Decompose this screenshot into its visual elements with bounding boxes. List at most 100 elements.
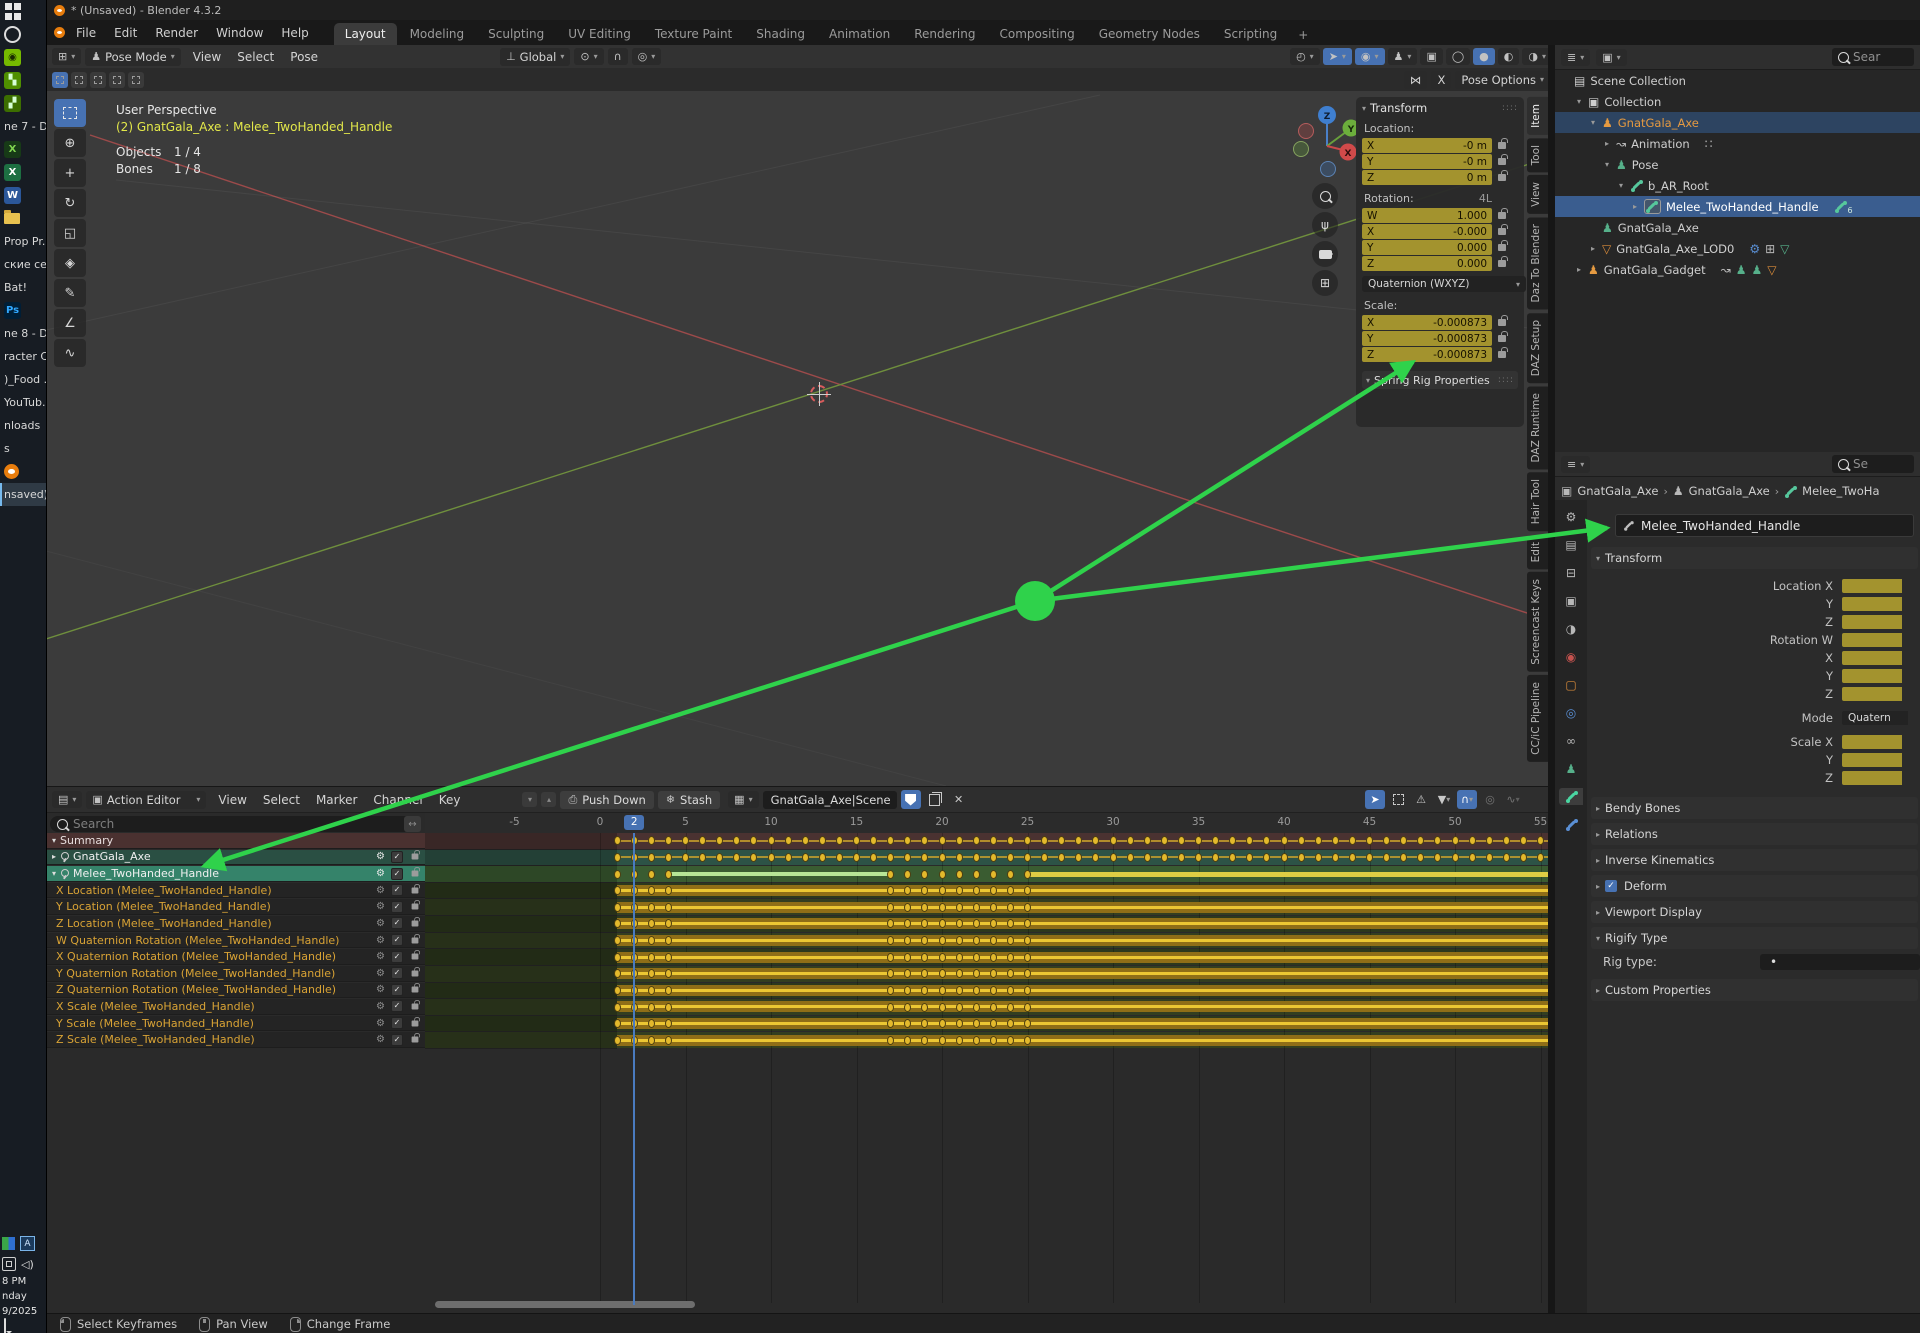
keyframe[interactable] [1144,853,1151,862]
taskbar-item[interactable] [0,0,46,23]
keyframe[interactable] [904,1019,911,1028]
keyframe[interactable] [887,1019,894,1028]
keyframe[interactable] [956,1003,963,1012]
keyframe[interactable] [956,986,963,995]
taskbar-item--[interactable]: ские се... [0,253,46,276]
pin-icon[interactable] [60,852,69,861]
keyframe[interactable] [921,903,928,912]
keyframe[interactable] [1229,836,1236,845]
keyframe[interactable] [887,870,894,879]
npanel-tab-item[interactable]: Item [1527,97,1548,135]
npanel-tab-edit[interactable]: Edit [1527,535,1548,569]
channel-enable-checkbox[interactable]: ✓ [391,901,403,913]
keyframe[interactable] [939,886,946,895]
scene-icon[interactable]: ◑ [1559,620,1583,637]
workspace-tab-rendering[interactable]: Rendering [903,23,986,45]
keyframe[interactable] [665,936,672,945]
taskbar-item[interactable]: Ps [0,299,46,322]
taskbar-item[interactable]: ▚ [0,69,46,92]
viewlayer-icon[interactable]: ▣ [1559,592,1583,609]
taskbar-item-s[interactable]: s [0,437,46,460]
select-mode-invert[interactable] [109,72,125,88]
keyframe[interactable] [990,919,997,928]
keyframe[interactable] [1434,836,1441,845]
keyframe[interactable] [1127,836,1134,845]
menu-edit[interactable]: Edit [105,23,146,43]
rotate-tool[interactable]: ↻ [54,189,86,217]
filter-dropdown[interactable]: ▼▾ [1434,790,1454,809]
menu-file[interactable]: File [67,23,105,43]
keyframe[interactable] [870,836,877,845]
shading-solid-button[interactable]: ● [1473,48,1495,65]
channel-lock-icon[interactable] [412,937,419,943]
panel-viewport-display[interactable]: ▸Viewport Display [1591,901,1918,923]
keyframe[interactable] [1281,836,1288,845]
outliner-row-melee-twohanded-handle[interactable]: ▸Melee_TwoHanded_Handle6 [1555,196,1920,217]
channel-y-scale-melee-twohanded-handle-[interactable]: Y Scale (Melee_TwoHanded_Handle)⚙✓ [46,1016,425,1032]
keyframe[interactable] [665,1003,672,1012]
keyframe[interactable] [990,969,997,978]
keyframe[interactable] [921,870,928,879]
channel-lock-icon[interactable] [412,1037,419,1043]
add-workspace-button[interactable]: + [1290,25,1316,45]
keyframe[interactable] [1263,853,1270,862]
keyframe[interactable] [956,936,963,945]
deform-checkbox[interactable]: ✓ [1605,880,1617,892]
keyframe[interactable] [990,836,997,845]
pin-icon[interactable] [60,869,69,878]
keyframe[interactable] [956,1019,963,1028]
keyframe[interactable] [614,953,621,962]
snap-dropdown[interactable]: ∩▾ [1457,790,1477,809]
channel-y-location-melee-twohanded-handle-[interactable]: Y Location (Melee_TwoHanded_Handle)⚙✓ [46,899,425,915]
duplicate-action-button[interactable] [925,790,945,809]
mirror-x-button[interactable]: X [1431,71,1451,89]
keyframe[interactable] [648,936,655,945]
modifier-wrench-icon[interactable]: ⚙ [376,935,385,946]
keyframe[interactable] [1007,886,1014,895]
keyframe[interactable] [1315,853,1322,862]
keyframe[interactable] [990,903,997,912]
rotation-w-field[interactable]: W1.000 [1362,208,1492,223]
keyframe[interactable] [614,1036,621,1045]
taskbar-item--food-[interactable]: )_Food ... [0,368,46,391]
keyframe[interactable] [956,1036,963,1045]
keyframe[interactable] [614,1003,621,1012]
keyframe[interactable] [1007,903,1014,912]
annotate-tool[interactable]: ✎ [54,279,86,307]
outliner-row-gnatgala-axe-lod0[interactable]: ▸▽GnatGala_Axe_LOD0⚙⊞▽ [1555,238,1920,259]
timeline-ruler[interactable]: -505101520253035404550552 [425,813,1548,834]
keyframe[interactable] [1041,836,1048,845]
keyframe[interactable] [973,953,980,962]
keyframe[interactable] [990,986,997,995]
location-x-field[interactable]: X-0 m [1362,138,1492,153]
only-errors-toggle[interactable]: ⚠ [1411,790,1431,809]
keyframe[interactable] [648,969,655,978]
keyframe[interactable] [870,853,877,862]
show-hidden-toggle[interactable] [1388,790,1408,809]
keyframe[interactable] [836,836,843,845]
channel-x-quaternion-rotation-melee-twohanded-handle-[interactable]: X Quaternion Rotation (Melee_TwoHanded_H… [46,949,425,965]
keyframe[interactable] [904,1003,911,1012]
select-mode-extend[interactable] [71,72,87,88]
npanel-tab-daz-to-blender[interactable]: Daz To Blender [1527,217,1548,309]
keyframe[interactable] [1007,969,1014,978]
viewport-menu-pose[interactable]: Pose [282,48,326,66]
keyframe[interactable] [802,853,809,862]
keyframe[interactable] [1417,836,1424,845]
lock-icon[interactable] [1498,335,1506,342]
keyframe[interactable] [904,886,911,895]
keyframe[interactable] [750,853,757,862]
pivot-dropdown[interactable]: ⊙▾ [574,48,603,65]
keyframe[interactable] [1195,836,1202,845]
keyframe[interactable] [1281,853,1288,862]
keyframe[interactable] [836,853,843,862]
keyframe[interactable] [921,919,928,928]
keyframe[interactable] [665,886,672,895]
keyframe[interactable] [768,836,775,845]
box-select-tool[interactable] [54,99,86,127]
keyframe[interactable] [887,919,894,928]
keyframe[interactable] [819,853,826,862]
taskbar-item-nloads[interactable]: nloads [0,414,46,437]
keyframe[interactable] [973,870,980,879]
keyframe[interactable] [990,1003,997,1012]
